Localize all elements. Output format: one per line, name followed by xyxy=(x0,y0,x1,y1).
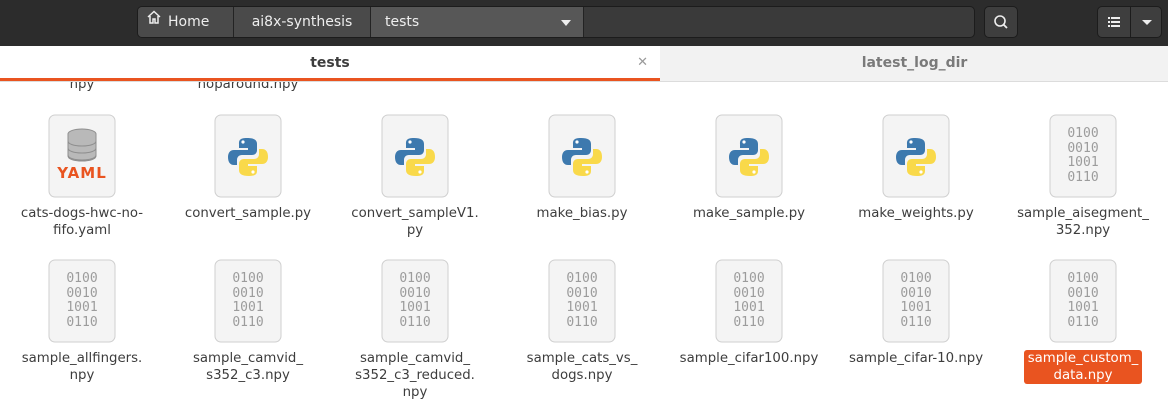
binary-digits: 0100 0010 1001 0110 xyxy=(232,271,264,330)
breadcrumb-home[interactable]: Home xyxy=(138,7,234,37)
file-label-partial[interactable]: noparound.npy xyxy=(178,82,318,93)
file-name-label: sample_allfingers. npy xyxy=(21,351,143,383)
file-name-label: make_sample.py xyxy=(692,206,806,221)
tab-bar: tests ✕ latest_log_dir xyxy=(0,46,1168,82)
binary-icon: 0100 0010 1001 0110 xyxy=(48,259,116,343)
tab-tests[interactable]: tests ✕ xyxy=(0,46,660,81)
yaml-text: YAML xyxy=(57,164,107,182)
file-name-label: convert_sampleV1. py xyxy=(351,206,479,238)
breadcrumb-ai8x-synthesis[interactable]: ai8x-synthesis xyxy=(234,7,371,37)
binary-digits: 0100 0010 1001 0110 xyxy=(733,271,765,330)
binary-icon: 0100 0010 1001 0110 xyxy=(381,259,449,343)
tab-label: latest_log_dir xyxy=(861,55,968,71)
breadcrumb-parent-label: ai8x-synthesis xyxy=(251,14,353,30)
python-icon xyxy=(882,114,950,198)
file-name-label: make_bias.py xyxy=(536,206,628,221)
python-icon xyxy=(715,114,783,198)
binary-icon: 0100 0010 1001 0110 xyxy=(548,259,616,343)
path-bar: Home ai8x-synthesis tests xyxy=(137,6,975,38)
view-options-button[interactable] xyxy=(1097,6,1162,38)
file-name-label: sample_camvid_ s352_c3.npy xyxy=(192,351,304,383)
binary-icon: 0100 0010 1001 0110 xyxy=(882,259,950,343)
chevron-down-icon[interactable] xyxy=(1131,7,1163,37)
chevron-down-icon[interactable] xyxy=(561,20,571,26)
file-name-label: cats-dogs-hwc-no- fifo.yaml xyxy=(20,206,144,238)
yaml-icon: YAML xyxy=(48,114,116,198)
binary-digits: 0100 0010 1001 0110 xyxy=(399,271,431,330)
file-name-label: sample_aisegment_ 352.npy xyxy=(1017,206,1149,238)
file-grid: npy noparound.npy YAML cats-dogs-hwc-no- … xyxy=(0,82,1168,406)
list-view-icon[interactable] xyxy=(1098,7,1130,37)
binary-digits: 0100 0010 1001 0110 xyxy=(1067,271,1099,330)
breadcrumb-home-label: Home xyxy=(168,14,210,30)
breadcrumb-current-label: tests xyxy=(385,14,420,30)
tab-latest-log-dir[interactable]: latest_log_dir xyxy=(661,46,1168,81)
header-bar: Home ai8x-synthesis tests xyxy=(0,0,1168,46)
binary-digits: 0100 0010 1001 0110 xyxy=(66,271,98,330)
binary-digits: 0100 0010 1001 0110 xyxy=(1067,126,1099,185)
binary-digits: 0100 0010 1001 0110 xyxy=(566,271,598,330)
file-name-label: make_weights.py xyxy=(858,206,974,221)
home-icon xyxy=(146,7,162,36)
binary-digits: 0100 0010 1001 0110 xyxy=(900,271,932,330)
binary-icon: 0100 0010 1001 0110 xyxy=(715,259,783,343)
file-name-label: sample_cifar-10.npy xyxy=(848,351,984,366)
file-name-label: sample_cats_vs_ dogs.npy xyxy=(526,351,638,383)
search-button[interactable] xyxy=(984,6,1018,38)
file-name-label: sample_camvid_ s352_c3_reduced. npy xyxy=(355,351,475,400)
tab-label: tests xyxy=(310,55,350,71)
binary-icon: 0100 0010 1001 0110 xyxy=(1049,114,1117,198)
search-icon xyxy=(994,15,1008,29)
python-icon xyxy=(381,114,449,198)
binary-icon: 0100 0010 1001 0110 xyxy=(214,259,282,343)
file-name-label: convert_sample.py xyxy=(184,206,312,221)
file-name-label: sample_cifar100.npy xyxy=(679,351,819,366)
python-icon xyxy=(548,114,616,198)
breadcrumb-tests[interactable]: tests xyxy=(371,7,584,37)
python-icon xyxy=(214,114,282,198)
file-name-label: sample_custom_ data.npy xyxy=(1024,350,1142,384)
file-label-partial[interactable]: npy xyxy=(12,82,152,93)
close-icon[interactable]: ✕ xyxy=(637,46,648,80)
binary-icon: 0100 0010 1001 0110 xyxy=(1049,259,1117,343)
